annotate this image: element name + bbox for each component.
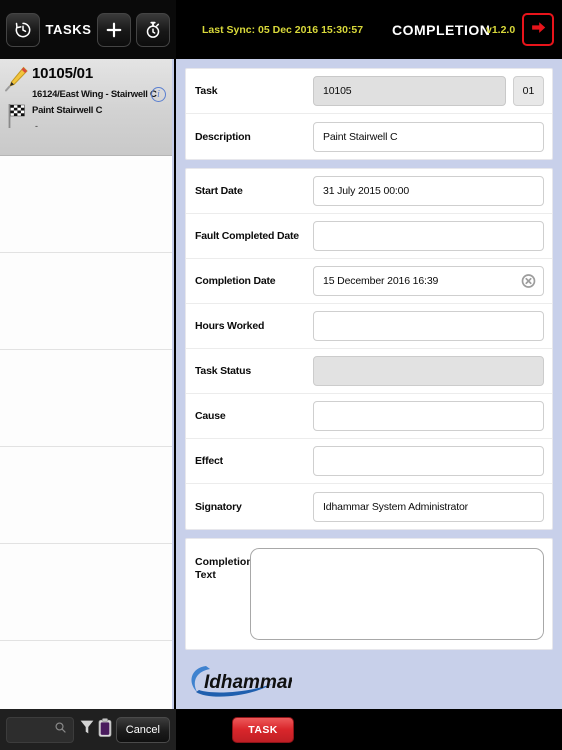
search-input[interactable] xyxy=(6,716,74,743)
field-label-completion-text: Completion Text xyxy=(195,548,253,581)
field-value-description[interactable]: Paint Stairwell C xyxy=(313,121,544,152)
form-group-completion-text: Completion Text xyxy=(185,538,553,650)
list-item[interactable]: 10105/01 16124/East Wing - Stairwell C P… xyxy=(0,59,172,156)
list-item[interactable] xyxy=(0,447,172,544)
task-button[interactable]: TASK xyxy=(232,716,294,743)
search-icon xyxy=(54,721,67,739)
field-label-fault-completed-date: Fault Completed Date xyxy=(195,230,299,242)
field-row-cause: Cause xyxy=(186,394,552,439)
exit-button[interactable] xyxy=(522,13,554,46)
field-value-effect[interactable] xyxy=(313,446,544,476)
exit-arrow-icon xyxy=(530,19,547,41)
field-row-start-date: Start Date 31 July 2015 00:00 xyxy=(186,169,552,214)
field-row-hours-worked: Hours Worked xyxy=(186,304,552,349)
form-group-completion-details: Start Date 31 July 2015 00:00 Fault Comp… xyxy=(185,168,553,530)
field-value-cause[interactable] xyxy=(313,401,544,431)
field-row-fault-completed-date: Fault Completed Date xyxy=(186,214,552,259)
field-value-task-sub[interactable]: 01 xyxy=(513,76,544,106)
field-value-start-date[interactable]: 31 July 2015 00:00 xyxy=(313,176,544,206)
page-title: COMPLETION xyxy=(392,21,491,38)
completion-text-textarea[interactable] xyxy=(250,548,544,640)
list-item[interactable] xyxy=(0,156,172,253)
field-value-hours-worked[interactable] xyxy=(313,311,544,341)
info-icon[interactable]: i xyxy=(151,87,166,102)
idhammar-logo: Idhammar xyxy=(186,662,296,700)
field-label-completion-date: Completion Date xyxy=(195,275,276,287)
field-label-signatory: Signatory xyxy=(195,500,242,513)
page-header: Last Sync: 05 Dec 2016 15:30:57 COMPLETI… xyxy=(176,0,562,59)
task-row-icons xyxy=(4,65,32,135)
clock-history-icon xyxy=(13,20,33,40)
field-label-cause: Cause xyxy=(195,410,226,422)
checkered-flag-icon xyxy=(4,102,32,135)
last-sync-label: Last Sync: 05 Dec 2016 15:30:57 xyxy=(202,23,364,36)
task-extra: - xyxy=(35,121,38,131)
timer-button[interactable] xyxy=(136,12,170,47)
list-item[interactable] xyxy=(0,350,172,447)
completion-text-label-line2: Text xyxy=(195,568,216,581)
field-label-description: Description xyxy=(195,130,251,143)
clipboard-icon[interactable] xyxy=(98,717,112,742)
bottom-toolbar-right: TASK xyxy=(176,709,562,750)
pencil-icon xyxy=(4,65,32,98)
field-row-effect: Effect xyxy=(186,439,552,484)
field-value-task-status[interactable] xyxy=(313,356,544,386)
logo-wordmark: Idhammar xyxy=(204,672,292,693)
field-value-fault-completed-date[interactable] xyxy=(313,221,544,251)
top-toolbar: TASKS Last Sync: 05 Dec 2016 15:30:57 CO… xyxy=(0,0,562,59)
field-label-effect: Effect xyxy=(195,455,223,467)
field-label-hours-worked: Hours Worked xyxy=(195,320,265,332)
field-label-task: Task xyxy=(195,85,218,97)
tasks-toolbar: TASKS xyxy=(0,0,176,59)
field-value-task[interactable]: 10105 xyxy=(313,76,506,106)
bottom-toolbar-left: Cancel xyxy=(0,709,176,750)
completion-text-label-line1: Completion xyxy=(195,556,253,568)
task-id: 10105/01 xyxy=(32,65,93,82)
bottom-toolbar: Cancel TASK xyxy=(0,709,562,750)
field-row-task-status: Task Status xyxy=(186,349,552,394)
field-label-task-status: Task Status xyxy=(195,365,251,377)
filter-funnel-icon[interactable] xyxy=(79,718,95,741)
plus-icon xyxy=(104,20,124,40)
field-value-completion-date[interactable]: 15 December 2016 16:39 xyxy=(313,266,544,296)
task-list-sidebar[interactable]: 10105/01 16124/East Wing - Stairwell C P… xyxy=(0,59,174,709)
add-task-button[interactable] xyxy=(97,12,131,47)
list-item[interactable] xyxy=(0,253,172,350)
list-item[interactable] xyxy=(0,544,172,641)
field-row-description: Description Paint Stairwell C xyxy=(186,114,552,159)
app-screen: TASKS Last Sync: 05 Dec 2016 15:30:57 CO… xyxy=(0,0,562,750)
field-row-completion-text: Completion Text xyxy=(186,539,552,649)
task-row-body: 10105/01 16124/East Wing - Stairwell C P… xyxy=(32,65,166,131)
task-location: 16124/East Wing - Stairwell C xyxy=(32,89,157,100)
list-item[interactable] xyxy=(0,641,172,709)
field-row-completion-date: Completion Date 15 December 2016 16:39 xyxy=(186,259,552,304)
cancel-button[interactable]: Cancel xyxy=(115,716,170,743)
clock-history-button[interactable] xyxy=(6,12,40,47)
clear-circle-x-icon[interactable] xyxy=(521,274,536,289)
form-group-task-info: Task 10105 01 Description Paint Stairwel… xyxy=(185,68,553,160)
field-value-signatory[interactable]: Idhammar System Administrator xyxy=(313,491,544,522)
field-row-task: Task 10105 01 xyxy=(186,69,552,114)
tasks-title: TASKS xyxy=(45,22,92,37)
field-row-signatory: Signatory Idhammar System Administrator xyxy=(186,484,552,529)
field-label-start-date: Start Date xyxy=(195,185,243,197)
version-label: v1.2.0 xyxy=(486,23,516,36)
task-description: Paint Stairwell C xyxy=(32,105,103,116)
stopwatch-icon xyxy=(143,20,163,40)
completion-form-panel: Task 10105 01 Description Paint Stairwel… xyxy=(176,59,562,709)
